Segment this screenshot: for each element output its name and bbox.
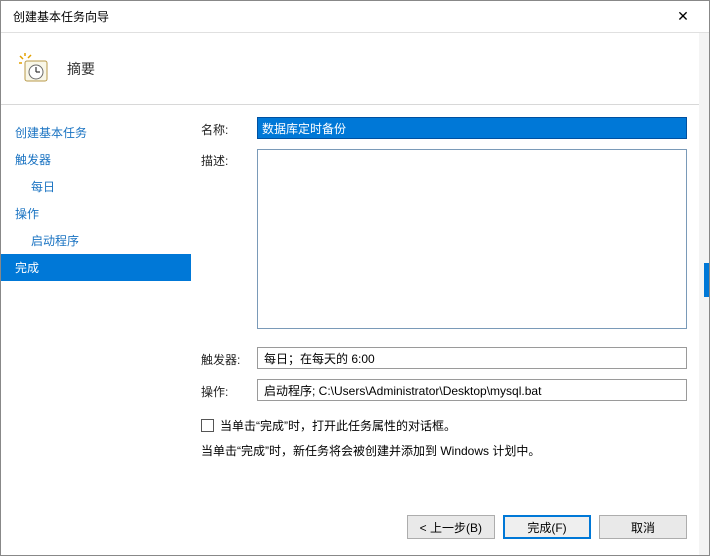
- back-button-label: < 上一步(B): [420, 519, 482, 536]
- name-label: 名称:: [201, 118, 257, 138]
- row-name: 名称: 数据库定时备份: [201, 117, 687, 139]
- background-blue-accent: [704, 263, 709, 297]
- name-input[interactable]: 数据库定时备份: [257, 117, 687, 139]
- task-scheduler-icon: [19, 53, 51, 85]
- sidebar-step-3[interactable]: 操作: [1, 200, 191, 227]
- cancel-button-label: 取消: [631, 519, 655, 536]
- action-value: 启动程序; C:\Users\Administrator\Desktop\mys…: [264, 382, 541, 399]
- action-label: 操作:: [201, 380, 257, 400]
- back-button[interactable]: < 上一步(B): [407, 515, 495, 539]
- finish-button-label: 完成(F): [527, 519, 566, 536]
- action-value-box: 启动程序; C:\Users\Administrator\Desktop\mys…: [257, 379, 687, 401]
- wizard-main-panel: 名称: 数据库定时备份 描述: 触发器: 每日；在每天的 6:00 操作:: [191, 105, 709, 555]
- titlebar: 创建基本任务向导 ✕: [1, 1, 709, 33]
- sidebar-step-5[interactable]: 完成: [1, 254, 191, 281]
- wizard-button-row: < 上一步(B) 完成(F) 取消: [201, 499, 687, 545]
- wizard-steps-sidebar: 创建基本任务触发器每日操作启动程序完成: [1, 105, 191, 555]
- name-input-value: 数据库定时备份: [262, 120, 346, 137]
- checkbox-icon: [201, 419, 214, 432]
- window-title: 创建基本任务向导: [13, 8, 109, 25]
- wizard-heading: 摘要: [67, 59, 95, 79]
- background-right-strip: [699, 33, 709, 555]
- wizard-body: 创建基本任务触发器每日操作启动程序完成 名称: 数据库定时备份 描述: 触发器:…: [1, 105, 709, 555]
- description-label: 描述:: [201, 149, 257, 169]
- row-trigger: 触发器: 每日；在每天的 6:00: [201, 347, 687, 369]
- trigger-label: 触发器:: [201, 348, 257, 368]
- row-action: 操作: 启动程序; C:\Users\Administrator\Desktop…: [201, 379, 687, 401]
- trigger-value: 每日；在每天的 6:00: [264, 350, 375, 367]
- close-button[interactable]: ✕: [667, 3, 699, 31]
- sidebar-step-4[interactable]: 启动程序: [1, 227, 191, 254]
- open-properties-checkbox-label: 当单击“完成”时，打开此任务属性的对话框。: [220, 417, 456, 434]
- wizard-header: 摘要: [1, 33, 709, 105]
- sidebar-step-2[interactable]: 每日: [1, 173, 191, 200]
- trigger-value-box: 每日；在每天的 6:00: [257, 347, 687, 369]
- description-textarea[interactable]: [257, 149, 687, 329]
- wizard-window: 创建基本任务向导 ✕ 摘要 创建基本任务触发器每日操作启动程序完成: [0, 0, 710, 556]
- cancel-button[interactable]: 取消: [599, 515, 687, 539]
- sidebar-step-1[interactable]: 触发器: [1, 146, 191, 173]
- finish-hint-text: 当单击“完成”时，新任务将会被创建并添加到 Windows 计划中。: [201, 442, 687, 459]
- open-properties-checkbox-row[interactable]: 当单击“完成”时，打开此任务属性的对话框。: [201, 417, 687, 434]
- row-description: 描述:: [201, 149, 687, 329]
- sidebar-step-0[interactable]: 创建基本任务: [1, 119, 191, 146]
- finish-button[interactable]: 完成(F): [503, 515, 591, 539]
- close-icon: ✕: [677, 8, 689, 25]
